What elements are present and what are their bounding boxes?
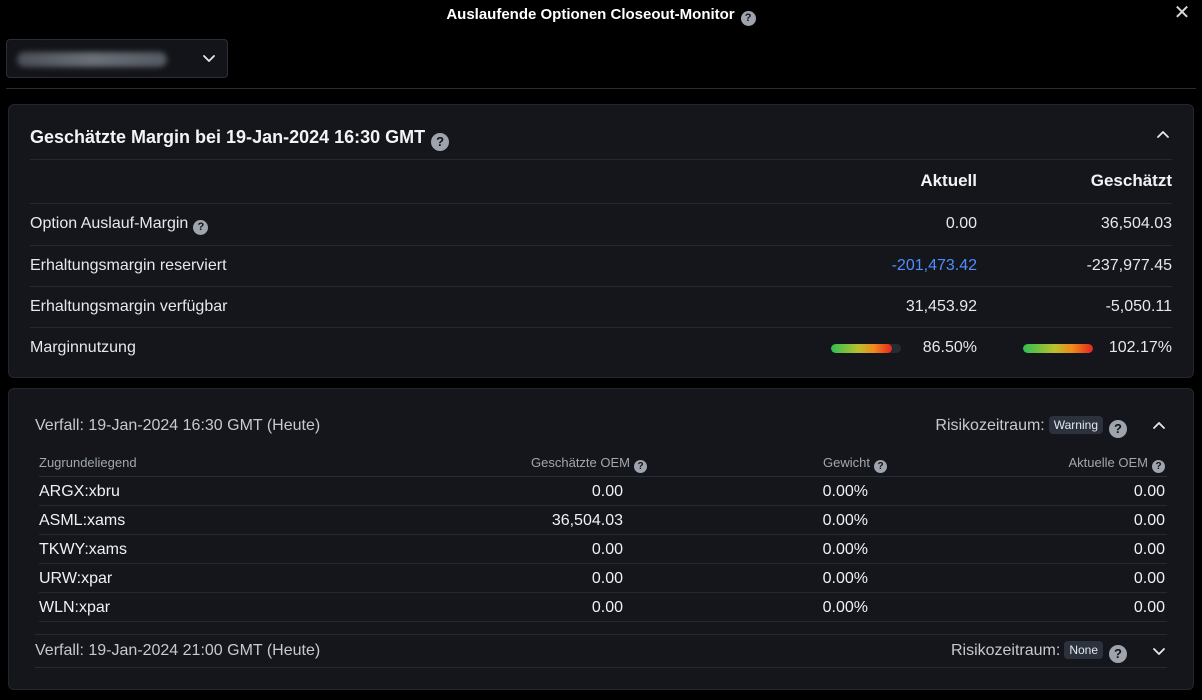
value-current: 86.50%	[922, 339, 977, 356]
risk-period: Risikozeitraum: None?	[951, 641, 1127, 663]
cell-est-oem: 0.00	[591, 599, 623, 616]
expiry-title: Verfall: 19-Jan-2024 16:30 GMT (Heute)	[35, 417, 321, 434]
margin-panel-title: Geschätzte Margin bei 19-Jan-2024 16:30 …	[30, 127, 450, 151]
value-estimated: -237,977.45	[1086, 257, 1172, 274]
account-select[interactable]	[6, 39, 228, 78]
window-title-text: Auslaufende Optionen Closeout-Monitor	[446, 6, 735, 23]
cell-underlying: WLN:xpar	[39, 599, 111, 616]
row-label-text: Option Auslauf-Margin	[30, 215, 189, 232]
table-row: WLN:xpar 0.00 0.00% 0.00	[39, 593, 1167, 622]
chevron-up-icon[interactable]	[1155, 127, 1171, 143]
help-icon[interactable]: ?	[740, 10, 756, 26]
table-row: ASML:xams 36,504.03 0.00% 0.00	[39, 506, 1167, 535]
window-title: Auslaufende Optionen Closeout-Monitor?	[0, 6, 1202, 26]
table-row: TKWY:xams 0.00 0.00% 0.00	[39, 535, 1167, 564]
margin-row-expiry-margin: Option Auslauf-Margin? 0.00 36,504.03	[30, 203, 1172, 244]
header-current-oem: Aktuelle OEM?	[1069, 455, 1165, 473]
cell-est-oem: 0.00	[591, 570, 623, 587]
utilization-bar-estimated	[1023, 344, 1093, 353]
row-label: Marginnutzung	[30, 339, 136, 356]
value-current: 31,453.92	[905, 298, 977, 315]
underlying-table-header: Zugrundeliegend Geschätzte OEM? Gewicht?…	[39, 453, 1167, 477]
header-weight: Gewicht?	[823, 455, 887, 473]
value-current: 0.00	[945, 215, 977, 232]
help-icon[interactable]: ?	[1152, 460, 1165, 473]
expiry-title: Verfall: 19-Jan-2024 21:00 GMT (Heute)	[35, 642, 321, 659]
value-current-link[interactable]: -201,473.42	[892, 257, 977, 275]
chevron-down-icon	[203, 55, 215, 62]
margin-panel-title-text: Geschätzte Margin bei 19-Jan-2024 16:30 …	[30, 127, 426, 147]
margin-estimate-panel: Geschätzte Margin bei 19-Jan-2024 16:30 …	[8, 104, 1194, 378]
help-icon[interactable]: ?	[634, 460, 647, 473]
header-current-oem-text: Aktuelle OEM	[1068, 455, 1148, 470]
column-header-estimated: Geschätzt	[1090, 171, 1172, 190]
cell-current-oem: 0.00	[1133, 541, 1165, 558]
value-estimated: 36,504.03	[1100, 215, 1172, 232]
cell-weight: 0.00%	[822, 541, 868, 558]
cell-current-oem: 0.00	[1133, 512, 1165, 529]
chevron-up-icon[interactable]	[1151, 418, 1167, 434]
header-est-oem: Geschätzte OEM?	[531, 455, 647, 473]
cell-est-oem: 0.00	[591, 483, 623, 500]
help-icon[interactable]: ?	[431, 132, 450, 151]
help-icon[interactable]: ?	[1109, 419, 1127, 438]
risk-badge-none: None	[1064, 641, 1103, 659]
cell-current-oem: 0.00	[1133, 599, 1165, 616]
cell-weight: 0.00%	[822, 512, 868, 529]
margin-row-maintenance-reserved: Erhaltungsmargin reserviert -201,473.42 …	[30, 245, 1172, 286]
margin-row-maintenance-available: Erhaltungsmargin verfügbar 31,453.92 -5,…	[30, 286, 1172, 327]
expiry-panel: Verfall: 19-Jan-2024 16:30 GMT (Heute) R…	[8, 388, 1194, 690]
row-label: Erhaltungsmargin reserviert	[30, 257, 227, 274]
risk-period-label: Risikozeitraum:	[950, 642, 1061, 659]
cell-current-oem: 0.00	[1133, 570, 1165, 587]
margin-table-header: Aktuell Geschätzt	[30, 159, 1172, 200]
chevron-down-icon[interactable]	[1151, 643, 1167, 659]
cell-weight: 0.00%	[822, 570, 868, 587]
cell-underlying: ASML:xams	[39, 512, 126, 529]
help-icon[interactable]: ?	[874, 460, 887, 473]
utilization-bar-fill	[831, 344, 892, 353]
header-weight-text: Gewicht	[823, 455, 870, 470]
row-label: Option Auslauf-Margin?	[30, 215, 209, 235]
risk-badge-warning: Warning	[1048, 416, 1103, 434]
row-label: Erhaltungsmargin verfügbar	[30, 298, 228, 315]
cell-underlying: TKWY:xams	[39, 541, 128, 558]
header-underlying: Zugrundeliegend	[39, 455, 137, 470]
cell-underlying: URW:xpar	[39, 570, 113, 587]
margin-row-utilization: Marginnutzung 86.50% 102.17%	[30, 327, 1172, 368]
account-select-value-redacted	[17, 52, 167, 67]
utilization-bar-fill	[1023, 344, 1093, 353]
cell-est-oem: 0.00	[591, 541, 623, 558]
cell-current-oem: 0.00	[1133, 483, 1165, 500]
title-bar: Auslaufende Optionen Closeout-Monitor? ✕	[0, 0, 1202, 30]
cell-est-oem: 36,504.03	[551, 512, 623, 529]
header-est-oem-text: Geschätzte OEM	[531, 455, 630, 470]
table-row: ARGX:xbru 0.00 0.00% 0.00	[39, 477, 1167, 506]
table-row: URW:xpar 0.00 0.00% 0.00	[39, 564, 1167, 593]
help-icon[interactable]: ?	[193, 219, 209, 235]
help-icon[interactable]: ?	[1109, 644, 1127, 663]
divider	[6, 88, 1196, 89]
risk-period-label: Risikozeitraum:	[935, 417, 1045, 434]
utilization-bar-current	[831, 344, 901, 353]
divider	[35, 667, 1167, 668]
value-estimated: -5,050.11	[1105, 298, 1172, 315]
cell-weight: 0.00%	[822, 599, 868, 616]
divider	[35, 634, 1167, 635]
value-estimated: 102.17%	[1108, 339, 1172, 356]
risk-period: Risikozeitraum: Warning?	[935, 416, 1127, 438]
close-icon[interactable]: ✕	[1172, 3, 1192, 23]
cell-underlying: ARGX:xbru	[39, 483, 120, 500]
column-header-current: Aktuell	[920, 171, 977, 190]
cell-weight: 0.00%	[822, 483, 868, 500]
